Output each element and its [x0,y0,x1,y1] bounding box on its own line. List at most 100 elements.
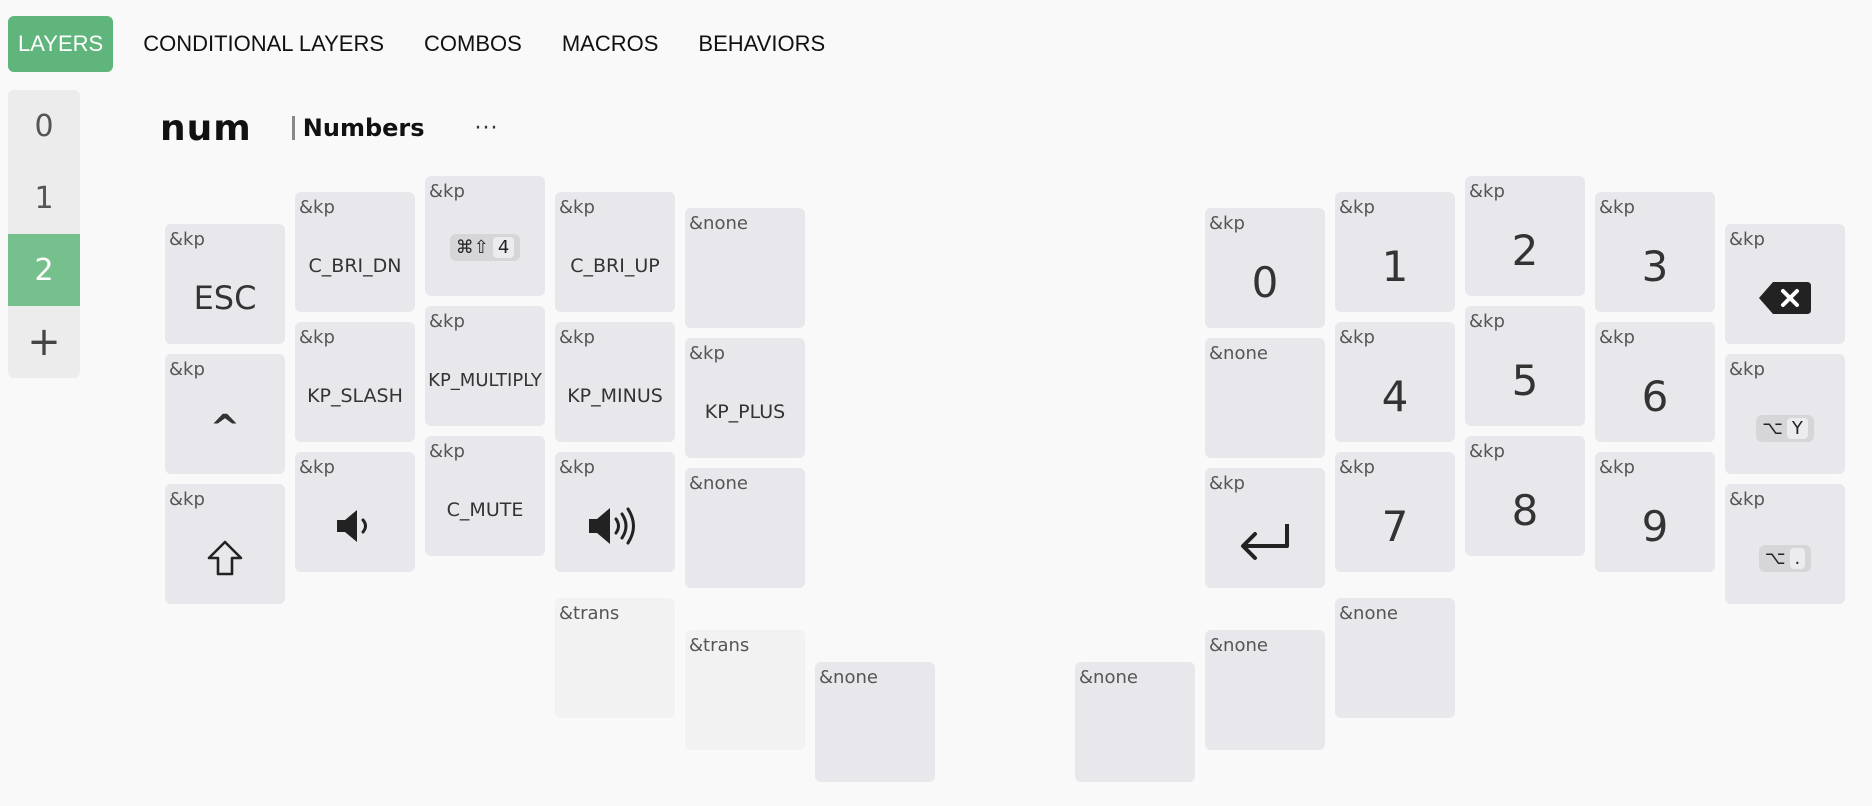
key-none-5[interactable]: &none [1335,598,1455,718]
key-none-thumb-left[interactable]: &none [815,662,935,782]
key-label: 5 [1511,355,1539,405]
key-behavior: &kp [559,457,595,478]
key-behavior: &none [1209,343,1268,364]
key-volume-up[interactable]: &kp [555,452,675,572]
key-none-2[interactable]: &none [685,468,805,588]
key-label: KP_MINUS [567,385,663,407]
key-behavior: &trans [559,603,620,624]
tab-combos[interactable]: COMBOS [414,16,532,72]
key-caret[interactable]: &kp ^ [165,354,285,474]
key-label: 2 [1511,225,1539,275]
key-2[interactable]: &kp 2 [1465,176,1585,296]
key-behavior: &kp [1729,229,1765,250]
combo-key: Y [1786,417,1808,439]
key-enter[interactable]: &kp [1205,468,1325,588]
key-behavior: &kp [1599,327,1635,348]
key-behavior: &kp [1339,457,1375,478]
key-9[interactable]: &kp 9 [1595,452,1715,572]
volume-up-icon [589,507,635,545]
key-esc[interactable]: &kp ESC [165,224,285,344]
key-none-thumb-right[interactable]: &none [1075,662,1195,782]
key-label: ⌥. [1725,520,1845,596]
key-label: ESC [193,279,257,317]
key-behavior: &kp [299,197,335,218]
key-kp-minus[interactable]: &kp KP_MINUS [555,322,675,442]
key-behavior: &none [819,667,878,688]
key-label [1725,260,1845,336]
key-behavior: &trans [689,635,750,656]
key-c-bri-up[interactable]: &kp C_BRI_UP [555,192,675,312]
key-3[interactable]: &kp 3 [1595,192,1715,312]
key-none-1[interactable]: &none [685,208,805,328]
key-combo: ⌥ Y [1756,414,1814,442]
key-label: KP_MULTIPLY [428,369,542,391]
tab-behaviors[interactable]: BEHAVIORS [688,16,835,72]
header-divider [291,116,295,140]
key-7[interactable]: &kp 7 [1335,452,1455,572]
key-behavior: &kp [299,457,335,478]
key-label: KP_PLUS [704,401,786,423]
add-layer-button[interactable]: + [8,306,80,378]
key-behavior: &kp [1469,441,1505,462]
enter-icon [1241,524,1289,560]
key-8[interactable]: &kp 8 [1465,436,1585,556]
layer-item-1[interactable]: 1 [8,162,80,234]
key-c-bri-dn[interactable]: &kp C_BRI_DN [295,192,415,312]
layer-item-2[interactable]: 2 [8,234,80,306]
key-shift[interactable]: &kp [165,484,285,604]
key-behavior: &kp [299,327,335,348]
key-trans-1[interactable]: &trans [555,598,675,718]
key-kp-plus[interactable]: &kp KP_PLUS [685,338,805,458]
top-tabs: LAYERS CONDITIONAL LAYERS COMBOS MACROS … [8,16,855,72]
key-trans-2[interactable]: &trans [685,630,805,750]
key-label [165,520,285,596]
layer-name[interactable]: num [160,108,252,149]
key-behavior: &kp [1729,359,1765,380]
volume-down-icon [337,510,367,542]
key-combo: ⌘⇧ 4 [449,233,521,261]
key-kp-multiply[interactable]: &kp KP_MULTIPLY [425,306,545,426]
key-behavior: &kp [169,229,205,250]
key-6[interactable]: &kp 6 [1595,322,1715,442]
key-behavior: &kp [1469,181,1505,202]
key-c-mute[interactable]: &kp C_MUTE [425,436,545,556]
key-label: 1 [1381,241,1409,291]
key-1[interactable]: &kp 1 [1335,192,1455,312]
combo-modifiers: ⌥ [1764,547,1786,569]
key-4[interactable]: &kp 4 [1335,322,1455,442]
key-kp-slash[interactable]: &kp KP_SLASH [295,322,415,442]
key-none-4[interactable]: &none [1205,630,1325,750]
key-backspace[interactable]: &kp [1725,224,1845,344]
key-behavior: &kp [559,197,595,218]
key-behavior: &kp [1469,311,1505,332]
key-label: ^ [209,407,241,449]
keymap-editor: LAYERS CONDITIONAL LAYERS COMBOS MACROS … [0,0,1872,806]
key-behavior: &none [1339,603,1398,624]
combo-key: . [1789,547,1806,569]
key-0[interactable]: &kp 0 [1205,208,1325,328]
key-label: 0 [1251,257,1279,307]
key-behavior: &kp [1599,457,1635,478]
key-behavior: &kp [1729,489,1765,510]
tab-layers[interactable]: LAYERS [8,16,114,72]
key-alt-period[interactable]: &kp ⌥. [1725,484,1845,604]
tab-macros[interactable]: MACROS [552,16,669,72]
layer-item-0[interactable]: 0 [8,90,80,162]
key-label: 4 [1381,371,1409,421]
combo-modifiers: ⌥ [1762,417,1783,439]
key-5[interactable]: &kp 5 [1465,306,1585,426]
key-volume-down[interactable]: &kp [295,452,415,572]
layer-description[interactable]: Numbers [303,114,425,142]
combo-modifiers: ⌘⇧ [455,236,489,258]
tab-conditional-layers[interactable]: CONDITIONAL LAYERS [133,16,394,72]
key-label: C_BRI_UP [570,255,660,277]
key-behavior: &kp [1339,197,1375,218]
key-screenshot-combo[interactable]: &kp ⌘⇧ 4 [425,176,545,296]
more-options-icon[interactable]: ··· [475,116,499,141]
key-alt-y[interactable]: &kp ⌥ Y [1725,354,1845,474]
layer-list: 0 1 2 + [8,90,80,378]
key-label: 7 [1381,501,1409,551]
key-label: KP_SLASH [307,385,403,407]
key-none-3[interactable]: &none [1205,338,1325,458]
key-label [555,488,675,564]
